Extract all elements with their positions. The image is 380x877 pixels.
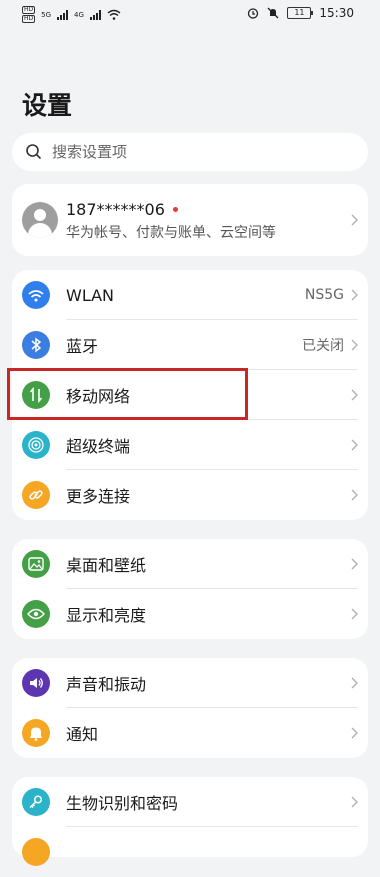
status-right: 11 15:30 [247, 6, 354, 20]
settings-item-value: NS5G [304, 287, 344, 303]
settings-item-label: 蓝牙 [66, 337, 99, 356]
avatar [22, 202, 58, 238]
display-group: 桌面和壁纸 显示和亮度 [12, 539, 368, 639]
settings-item-biometrics[interactable]: 生物识别和密码 [12, 777, 368, 827]
connectivity-group: WLAN NS5G 蓝牙 已关闭 移动网络 超级终端 更多连接 [12, 270, 368, 520]
chevron-right-icon [351, 214, 358, 226]
wallpaper-icon [22, 550, 50, 578]
account-name: 187******06 [66, 200, 178, 219]
chevron-right-icon [351, 608, 358, 620]
settings-item-label: 生物识别和密码 [66, 794, 179, 813]
settings-item-label: 桌面和壁纸 [66, 556, 147, 575]
settings-item-notifications[interactable]: 通知 [12, 708, 368, 758]
bell-icon [22, 719, 50, 747]
search-bar[interactable] [12, 133, 368, 171]
chevron-right-icon [351, 796, 358, 808]
settings-item-label: 移动网络 [66, 387, 131, 406]
eye-icon [22, 600, 50, 628]
bluetooth-icon [22, 331, 50, 359]
chevron-right-icon [351, 558, 358, 570]
settings-item-more-connections[interactable]: 更多连接 [12, 470, 368, 520]
chevron-right-icon [351, 439, 358, 451]
settings-item-next[interactable] [12, 827, 368, 877]
settings-item-value: 已关闭 [302, 338, 344, 354]
wifi-status-icon [107, 9, 121, 20]
sound-icon [22, 669, 50, 697]
status-bar: HD HD 5G 4G 11 15:30 [0, 0, 380, 28]
signal-icon [89, 9, 101, 20]
settings-item-label: 声音和振动 [66, 675, 147, 694]
wifi-icon [22, 281, 50, 309]
alarm-icon [248, 8, 259, 19]
settings-item-sound[interactable]: 声音和振动 [12, 658, 368, 708]
security-group: 生物识别和密码 [12, 777, 368, 866]
chevron-right-icon [351, 289, 358, 301]
clock: 15:30 [319, 6, 354, 20]
app-icon [22, 838, 50, 866]
network-type-2: 4G [74, 10, 84, 19]
key-icon [22, 788, 50, 816]
mobile-data-icon [22, 381, 50, 409]
mute-icon [267, 7, 279, 19]
settings-item-bluetooth[interactable]: 蓝牙 已关闭 [12, 320, 368, 370]
status-left: HD HD 5G 4G [22, 6, 121, 23]
settings-item-super-device[interactable]: 超级终端 [12, 420, 368, 470]
chevron-right-icon [351, 339, 358, 351]
link-icon [22, 481, 50, 509]
chevron-right-icon [351, 727, 358, 739]
notification-dot [172, 207, 178, 212]
page-title: 设置 [22, 91, 73, 120]
signal-icon [57, 9, 69, 20]
chevron-right-icon [351, 489, 358, 501]
sim-icon: HD HD [22, 6, 36, 23]
settings-item-label: 通知 [66, 725, 99, 744]
settings-item-wallpaper[interactable]: 桌面和壁纸 [12, 539, 368, 589]
sound-group: 声音和振动 通知 [12, 658, 368, 758]
search-icon [26, 144, 42, 160]
chevron-right-icon [351, 389, 358, 401]
search-input[interactable] [50, 142, 354, 162]
chevron-right-icon [351, 677, 358, 689]
settings-item-mobile-network[interactable]: 移动网络 [12, 370, 368, 420]
battery-icon: 11 [287, 7, 314, 19]
settings-item-display[interactable]: 显示和亮度 [12, 589, 368, 639]
network-type-1: 5G [41, 10, 52, 19]
account-phone: 187******06 [66, 200, 165, 219]
settings-item-label: WLAN [66, 285, 115, 305]
settings-item-label: 更多连接 [66, 487, 131, 506]
settings-item-label: 显示和亮度 [66, 606, 147, 625]
account-subtitle: 华为帐号、付款与账单、云空间等 [66, 225, 276, 241]
settings-item-label: 超级终端 [66, 437, 131, 456]
account-card[interactable]: 187******06 华为帐号、付款与账单、云空间等 [12, 184, 368, 256]
settings-item-wlan[interactable]: WLAN NS5G [12, 270, 368, 320]
super-device-icon [22, 431, 50, 459]
